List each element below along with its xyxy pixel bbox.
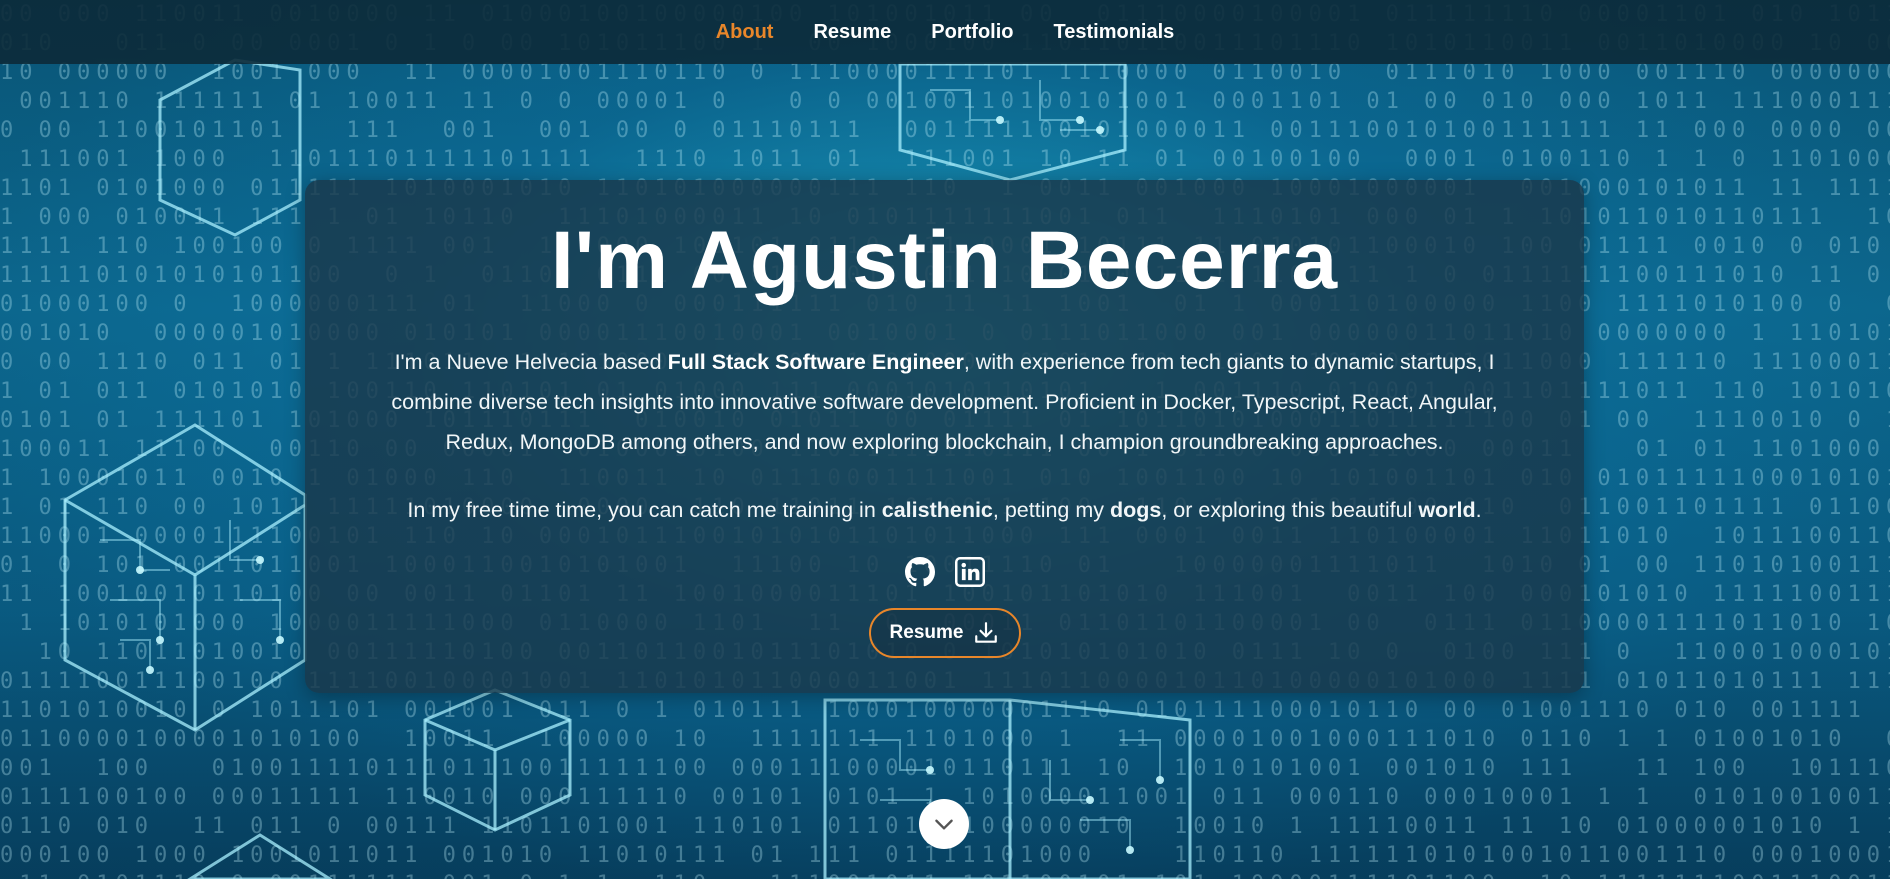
nav-link-portfolio[interactable]: Portfolio <box>931 21 1013 44</box>
hobbies-text-3: , or exploring this beautiful <box>1161 498 1419 523</box>
top-navbar: About Resume Portfolio Testimonials <box>0 0 1890 64</box>
social-links <box>305 556 1584 588</box>
hobby-dogs: dogs <box>1110 498 1162 523</box>
download-icon <box>975 622 998 643</box>
hobbies-text-1: In my free time time, you can catch me t… <box>407 498 882 523</box>
nav-link-testimonials[interactable]: Testimonials <box>1054 21 1175 44</box>
hobbies-paragraph: In my free time time, you can catch me t… <box>355 490 1535 530</box>
chevron-down-icon <box>935 819 953 830</box>
resume-button-label: Resume <box>889 622 964 644</box>
download-resume-button[interactable]: Resume <box>868 608 1021 659</box>
github-icon <box>904 557 935 587</box>
nav-link-resume[interactable]: Resume <box>813 21 891 44</box>
bio-paragraph: I'm a Nueve Helvecia based Full Stack So… <box>365 342 1525 462</box>
linkedin-link[interactable] <box>954 556 986 588</box>
hero-title: I'm Agustin Becerra <box>550 215 1339 306</box>
linkedin-icon <box>954 557 985 588</box>
intro-card: I'm Agustin Becerra I'm a Nueve Helvecia… <box>305 180 1584 693</box>
bio-role: Full Stack Software Engineer <box>667 350 964 375</box>
nav-link-about[interactable]: About <box>716 21 774 44</box>
hobby-calisthenic: calisthenic <box>881 498 993 523</box>
hobby-world: world <box>1418 498 1476 523</box>
scroll-down-button[interactable] <box>919 799 969 849</box>
hobbies-text-2: , petting my <box>992 498 1110 523</box>
github-link[interactable] <box>904 556 936 588</box>
bio-text-1: I'm a Nueve Helvecia based <box>394 350 668 375</box>
hobbies-text-4: . <box>1475 498 1482 523</box>
